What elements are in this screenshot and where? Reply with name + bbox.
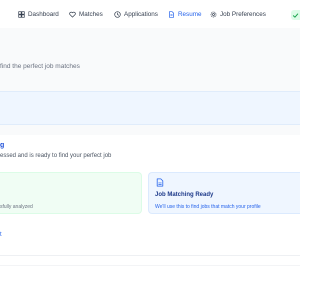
status-card-description: essed and is ready to find your perfect … — [0, 153, 112, 159]
banner-status — [291, 10, 300, 20]
nav-job-preferences-label: Job Preferences — [220, 10, 266, 18]
page-subtitle: find the perfect job matches — [0, 63, 80, 70]
analysis-complete-text: sfully analyzed — [0, 204, 33, 210]
clock-icon — [114, 10, 121, 18]
top-navigation: Dashboard Matches Applications Resume Jo… — [0, 0, 300, 29]
status-card-title: g — [0, 142, 5, 149]
nav-resume[interactable]: Resume — [168, 9, 201, 19]
nav-resume-label: Resume — [178, 10, 202, 18]
dashboard-icon — [18, 10, 25, 18]
divider — [0, 265, 300, 266]
document-icon — [169, 10, 174, 18]
success-banner — [0, 91, 300, 125]
nav-matches-label: Matches — [79, 10, 103, 18]
nav-dashboard[interactable]: Dashboard — [18, 9, 59, 19]
resume-status-card — [0, 135, 300, 300]
job-matching-text: We'll use this to find jobs that match y… — [155, 204, 261, 210]
divider — [0, 255, 300, 256]
check-icon — [292, 12, 299, 18]
nav-dashboard-label: Dashboard — [28, 10, 59, 18]
nav-job-preferences[interactable]: Job Preferences — [210, 9, 266, 19]
nav-applications-label: Applications — [124, 10, 158, 18]
nav-applications[interactable]: Applications — [114, 9, 158, 19]
card-link[interactable]: t — [0, 232, 2, 238]
gear-icon — [210, 11, 217, 17]
job-matching-title: Job Matching Ready — [155, 192, 214, 198]
heart-icon — [69, 11, 76, 18]
nav-matches[interactable]: Matches — [69, 9, 103, 19]
document-icon — [156, 178, 164, 187]
